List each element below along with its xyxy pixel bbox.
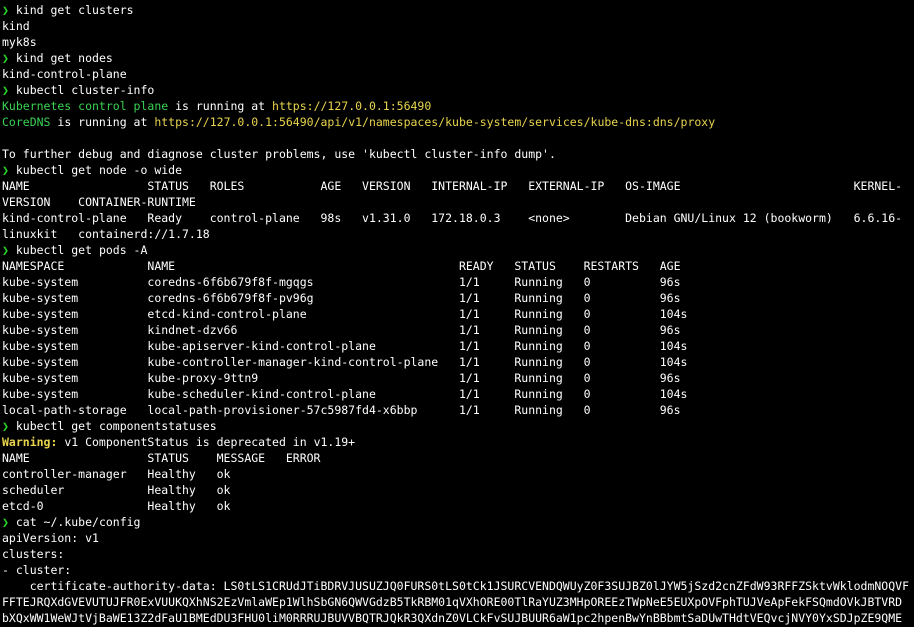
output-line: kind-control-plane — [2, 67, 127, 81]
command-text: kubectl get componentstatuses — [15, 419, 217, 433]
prompt-symbol: ❯ — [2, 243, 16, 257]
command-line: ❯ kubectl get pods -A — [2, 242, 147, 258]
prompt-symbol: ❯ — [2, 163, 16, 177]
cluster-info-line: CoreDNS is running at https://127.0.0.1:… — [2, 114, 715, 130]
prompt-symbol: ❯ — [2, 419, 16, 433]
output-line: VERSION CONTAINER-RUNTIME — [2, 195, 196, 209]
prompt-symbol: ❯ — [2, 51, 16, 65]
output-line: kind-control-plane Ready control-plane 9… — [2, 211, 903, 225]
service-url[interactable]: https://127.0.0.1:56490/api/v1/namespace… — [154, 115, 715, 129]
command-text: kind get nodes — [15, 51, 113, 65]
prompt-symbol: ❯ — [2, 83, 16, 97]
service-url[interactable]: https://127.0.0.1:56490 — [272, 99, 431, 113]
output-line: bXQxWW1WeWJtVjBaWE13Z2dFaU1BMEdDU3FHU0li… — [2, 611, 903, 625]
prompt-symbol: ❯ — [2, 3, 16, 17]
info-text: is running at — [168, 99, 273, 113]
output-line: controller-manager Healthy ok — [2, 467, 231, 481]
service-name: CoreDNS — [2, 115, 51, 129]
command-text: kubectl get node -o wide — [15, 163, 183, 177]
output-line: etcd-0 Healthy ok — [2, 499, 231, 513]
output-line: kube-system kube-proxy-9ttn9 1/1 Running… — [2, 371, 681, 385]
output-line: kube-system coredns-6f6b679f8f-pv96g 1/1… — [2, 291, 681, 305]
output-line: local-path-storage local-path-provisione… — [2, 403, 681, 417]
output-line: apiVersion: v1 — [2, 531, 99, 545]
output-line: clusters: — [2, 547, 65, 561]
output-line: NAME STATUS ROLES AGE VERSION INTERNAL-I… — [2, 179, 903, 193]
command-line: ❯ kind get nodes — [2, 50, 113, 66]
command-line: ❯ kubectl cluster-info — [2, 82, 154, 98]
command-line: ❯ cat ~/.kube/config — [2, 514, 140, 530]
warning-line: Warning: v1 ComponentStatus is deprecate… — [2, 434, 355, 450]
command-text: kind get clusters — [15, 3, 134, 17]
output-line: kube-system kindnet-dzv66 1/1 Running 0 … — [2, 323, 681, 337]
command-text: kubectl get pods -A — [15, 243, 148, 257]
output-line: kube-system kube-scheduler-kind-control-… — [2, 387, 688, 401]
output-line: kube-system coredns-6f6b679f8f-mgqgs 1/1… — [2, 275, 681, 289]
warning-label: Warning: — [2, 435, 58, 449]
command-line: ❯ kubectl get node -o wide — [2, 162, 182, 178]
info-text: is running at — [50, 115, 155, 129]
warning-text: v1 ComponentStatus is deprecated in v1.1… — [57, 435, 356, 449]
output-line: NAMESPACE NAME READY STATUS RESTARTS AGE — [2, 259, 681, 273]
command-line: ❯ kind get clusters — [2, 2, 134, 18]
output-line: FFTEJRQXdGVEVUTUJFR0ExVUUKQXhNS2EzVmlaWE… — [2, 595, 903, 609]
command-text: kubectl cluster-info — [15, 83, 155, 97]
output-line: kube-system kube-apiserver-kind-control-… — [2, 339, 688, 353]
cluster-info-line: Kubernetes control plane is running at h… — [2, 98, 431, 114]
output-line: kube-system etcd-kind-control-plane 1/1 … — [2, 307, 688, 321]
output-line: certificate-authority-data: LS0tLS1CRUdJ… — [2, 579, 909, 593]
command-text: cat ~/.kube/config — [15, 515, 141, 529]
command-line: ❯ kubectl get componentstatuses — [2, 418, 217, 434]
terminal-window[interactable]: ❯ kind get clusters kind myk8s ❯ kind get n… — [0, 0, 914, 627]
output-line: kind — [2, 19, 30, 33]
output-line: NAME STATUS MESSAGE ERROR — [2, 451, 321, 465]
output-line: linuxkit containerd://1.7.18 — [2, 227, 210, 241]
service-name: Kubernetes control plane — [2, 99, 169, 113]
output-line: To further debug and diagnose cluster pr… — [2, 147, 556, 161]
output-line: scheduler Healthy ok — [2, 483, 231, 497]
output-line: kube-system kube-controller-manager-kind… — [2, 355, 688, 369]
prompt-symbol: ❯ — [2, 515, 16, 529]
output-line: - cluster: — [2, 563, 72, 577]
output-line: myk8s — [2, 35, 37, 49]
